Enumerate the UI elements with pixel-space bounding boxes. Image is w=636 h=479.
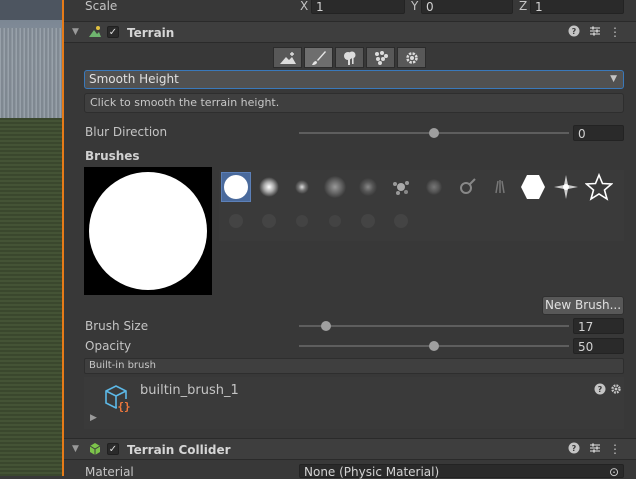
- asset-help-icon[interactable]: ?: [593, 383, 607, 397]
- brush-thumb-circle[interactable]: [221, 172, 251, 202]
- foldout-arrow-icon[interactable]: ▼: [72, 27, 79, 37]
- collider-help-icon[interactable]: ?: [567, 442, 581, 456]
- asset-settings-icon[interactable]: [609, 383, 623, 397]
- brushes-label: Brushes: [85, 149, 140, 163]
- brush-thumb-faint-5[interactable]: [353, 206, 383, 236]
- svg-text:?: ?: [572, 444, 577, 453]
- terrain-mode-dropdown[interactable]: Smooth Height ▼: [84, 70, 624, 89]
- terrain-create-icon[interactable]: [273, 47, 302, 68]
- terrain-mode-value: Smooth Height: [89, 72, 179, 86]
- brush-thumb-grass[interactable]: [485, 172, 515, 202]
- material-value: None (Physic Material): [304, 465, 440, 479]
- brush-asset-icon: {}: [103, 383, 133, 416]
- scale-x-field[interactable]: 1: [311, 0, 405, 14]
- context-menu-icon[interactable]: ⋮: [608, 25, 622, 39]
- brush-size-slider[interactable]: [299, 325, 569, 327]
- terrain-header[interactable]: ▼ ✓ Terrain ? ⋮: [64, 21, 636, 43]
- blur-direction-label: Blur Direction: [85, 125, 168, 139]
- brush-preview: [84, 167, 212, 295]
- brush-asset-box: {} builtin_brush_1 ▶ ?: [84, 377, 624, 429]
- material-label: Material: [85, 465, 134, 479]
- collider-presets-icon[interactable]: [588, 442, 602, 456]
- terrain-title: Terrain: [127, 26, 175, 40]
- opacity-field[interactable]: 50: [573, 338, 624, 354]
- object-picker-icon[interactable]: ⊙: [609, 465, 619, 479]
- collider-context-menu-icon[interactable]: ⋮: [608, 442, 622, 456]
- brush-thumb-rough[interactable]: [419, 172, 449, 202]
- svg-text:{}: {}: [117, 400, 130, 413]
- terrain-component-icon: [88, 25, 102, 42]
- scale-label: Scale: [85, 0, 118, 13]
- opacity-label: Opacity: [85, 339, 132, 353]
- scale-y-field[interactable]: 0: [421, 0, 513, 14]
- place-trees-icon[interactable]: [335, 47, 364, 68]
- blur-direction-field[interactable]: 0: [573, 125, 624, 141]
- svg-text:?: ?: [572, 27, 577, 36]
- brush-thumb-splatter[interactable]: [386, 172, 416, 202]
- terrain-toolbar: [273, 47, 428, 68]
- brush-thumb-faint-2[interactable]: [254, 206, 284, 236]
- help-box: Click to smooth the terrain height.: [84, 93, 624, 113]
- brush-thumb-star[interactable]: [584, 172, 614, 202]
- asset-foldout-icon[interactable]: ▶: [90, 413, 97, 423]
- collider-component-icon: [88, 442, 102, 459]
- collider-enabled-checkbox[interactable]: ✓: [107, 443, 119, 455]
- svg-text:?: ?: [598, 385, 603, 394]
- brush-thumb-sparkle[interactable]: [551, 172, 581, 202]
- scale-z-label: Z: [519, 0, 528, 13]
- scale-x-label: X: [300, 0, 309, 13]
- terrain-cliff: [0, 28, 62, 120]
- new-brush-button[interactable]: New Brush...: [542, 296, 624, 315]
- scale-y-label: Y: [411, 0, 419, 13]
- brush-thumb-faint-4[interactable]: [320, 206, 350, 236]
- dropdown-arrow-icon: ▼: [610, 74, 617, 84]
- brush-thumb-faint-1[interactable]: [221, 206, 251, 236]
- terrain-enabled-checkbox[interactable]: ✓: [107, 26, 119, 38]
- collider-foldout-icon[interactable]: ▼: [72, 444, 79, 454]
- brush-thumb-cloud[interactable]: [320, 172, 350, 202]
- brush-size-thumb[interactable]: [321, 321, 331, 331]
- scene-view[interactable]: [0, 0, 62, 476]
- brush-thumb-noise[interactable]: [353, 172, 383, 202]
- brush-thumb-soft[interactable]: [254, 172, 284, 202]
- builtin-brush-label: Built-in brush: [84, 358, 624, 374]
- terrain-collider-header[interactable]: ▼ ✓ Terrain Collider ? ⋮: [64, 438, 636, 460]
- brush-thumb-faint-6[interactable]: [386, 206, 416, 236]
- paint-brush-icon[interactable]: [304, 47, 333, 68]
- brush-thumb-hexagon[interactable]: [518, 172, 548, 202]
- help-icon[interactable]: ?: [567, 25, 581, 39]
- scale-z-field[interactable]: 1: [530, 0, 624, 14]
- brush-asset-name: builtin_brush_1: [140, 383, 239, 398]
- presets-icon[interactable]: [588, 25, 602, 39]
- brush-size-label: Brush Size: [85, 319, 149, 333]
- settings-icon[interactable]: [397, 47, 426, 68]
- brush-size-field[interactable]: 17: [573, 318, 624, 334]
- terrain-grass: [0, 118, 62, 476]
- terrain-collider-title: Terrain Collider: [127, 443, 231, 457]
- opacity-thumb[interactable]: [429, 341, 439, 351]
- brush-thumb-faint-3[interactable]: [287, 206, 317, 236]
- brush-grid: [219, 170, 624, 241]
- brush-thumb-stroke[interactable]: [452, 172, 482, 202]
- paint-details-icon[interactable]: [366, 47, 395, 68]
- brush-thumb-small-soft[interactable]: [287, 172, 317, 202]
- blur-direction-thumb[interactable]: [429, 128, 439, 138]
